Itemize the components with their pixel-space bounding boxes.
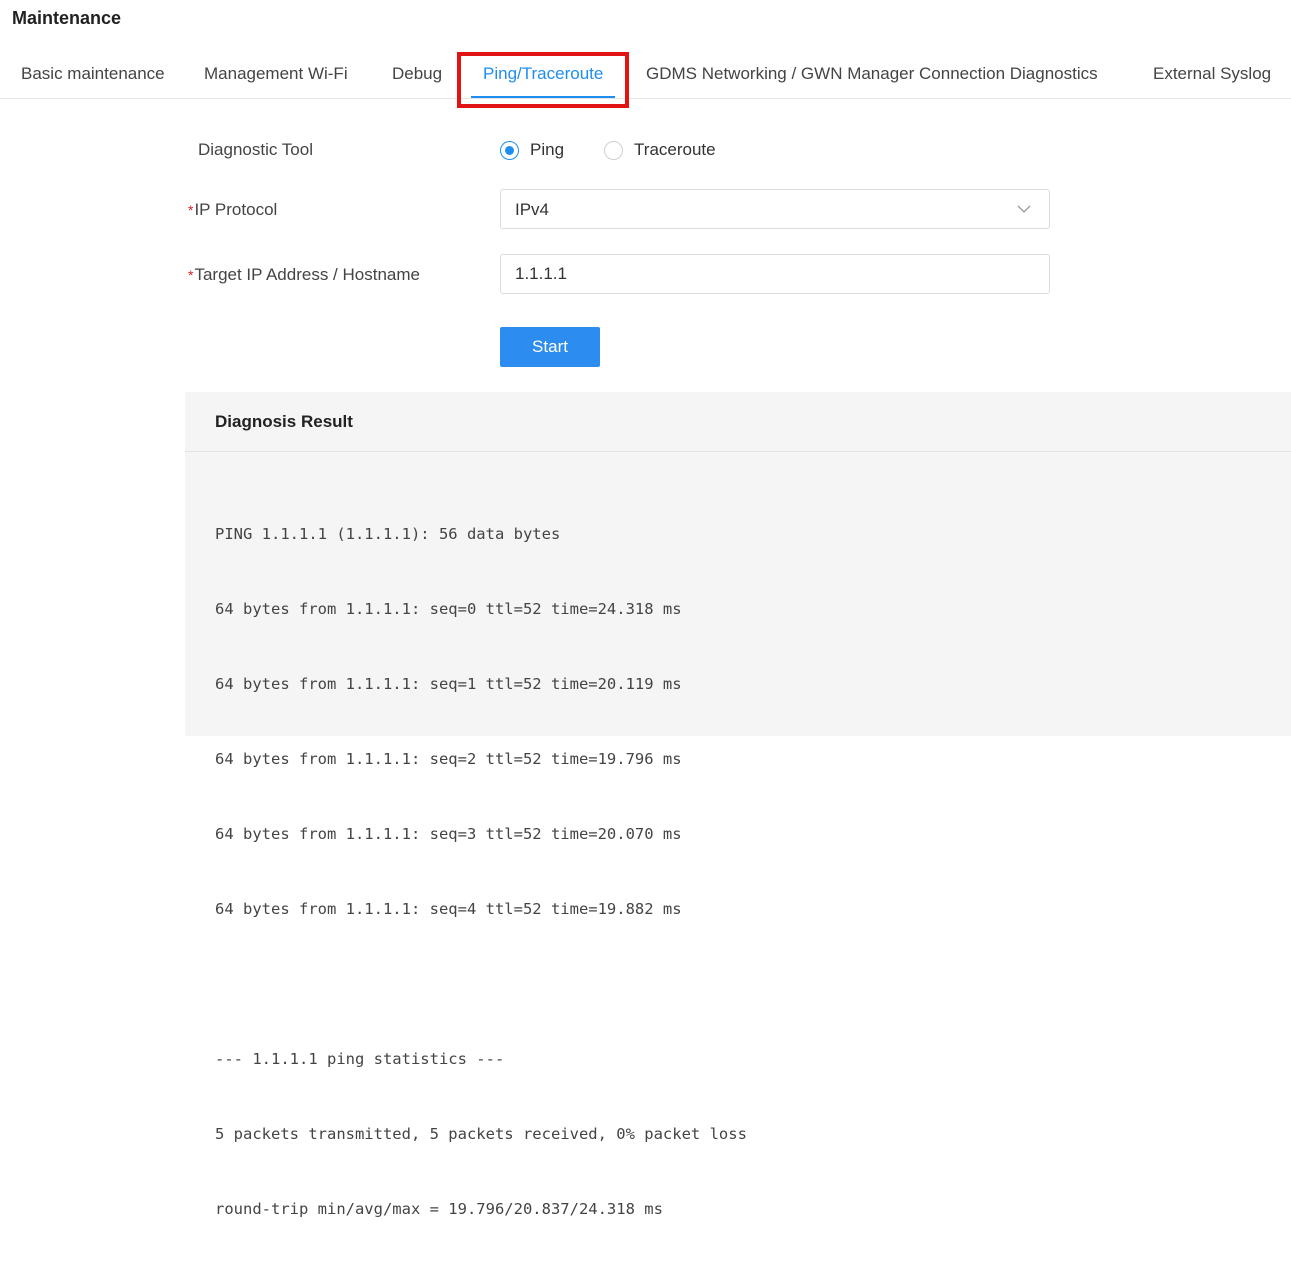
result-line: --- 1.1.1.1 ping statistics ---	[215, 1050, 505, 1068]
result-line: round-trip min/avg/max = 19.796/20.837/2…	[215, 1200, 663, 1218]
result-line: 64 bytes from 1.1.1.1: seq=2 ttl=52 time…	[215, 750, 682, 768]
ip-protocol-select[interactable]: IPv4	[500, 189, 1050, 229]
required-mark: *	[188, 202, 194, 218]
diagnosis-result-panel: Diagnosis Result PING 1.1.1.1 (1.1.1.1):…	[185, 392, 1291, 1218]
ip-protocol-value: IPv4	[515, 200, 550, 219]
result-line: 64 bytes from 1.1.1.1: seq=1 ttl=52 time…	[215, 675, 682, 693]
result-line: 64 bytes from 1.1.1.1: seq=0 ttl=52 time…	[215, 600, 682, 618]
ip-protocol-label-text: IP Protocol	[194, 200, 278, 219]
chevron-down-icon	[1017, 205, 1031, 213]
radio-ping[interactable]: Ping	[500, 140, 564, 160]
required-mark: *	[188, 267, 194, 283]
radio-ping-label: Ping	[530, 140, 565, 159]
result-line: 64 bytes from 1.1.1.1: seq=3 ttl=52 time…	[215, 825, 682, 843]
diagnostic-tool-label: Diagnostic Tool	[198, 140, 313, 159]
target-address-input[interactable]	[500, 254, 1050, 294]
radio-traceroute-label: Traceroute	[634, 140, 716, 159]
target-label: *Target IP Address / Hostname	[188, 265, 420, 285]
radio-checked-icon	[500, 140, 519, 160]
result-line	[215, 972, 747, 997]
target-label-text: Target IP Address / Hostname	[194, 265, 420, 284]
page-title: Maintenance	[12, 8, 122, 28]
radio-traceroute[interactable]: Traceroute	[604, 140, 716, 160]
result-line: 5 packets transmitted, 5 packets receive…	[215, 1125, 747, 1143]
tab-basic-maintenance[interactable]: Basic maintenance	[21, 64, 165, 84]
result-line: 64 bytes from 1.1.1.1: seq=4 ttl=52 time…	[215, 900, 682, 918]
highlight-annotation-box	[457, 52, 629, 108]
result-line: PING 1.1.1.1 (1.1.1.1): 56 data bytes	[215, 525, 561, 543]
diagnostic-tool-radio-group: Ping Traceroute	[500, 139, 756, 161]
ip-protocol-label: *IP Protocol	[188, 200, 277, 220]
tab-debug[interactable]: Debug	[392, 64, 442, 84]
tab-external-syslog[interactable]: External Syslog	[1153, 64, 1271, 84]
result-header: Diagnosis Result	[185, 392, 1291, 452]
tab-bar: Basic maintenance Management Wi-Fi Debug…	[0, 52, 1291, 99]
result-title: Diagnosis Result	[215, 412, 353, 431]
radio-unchecked-icon	[604, 140, 624, 160]
tab-management-wifi[interactable]: Management Wi-Fi	[204, 64, 348, 84]
start-button[interactable]: Start	[500, 327, 600, 367]
tab-gdms-networking[interactable]: GDMS Networking / GWN Manager Connection…	[646, 64, 1098, 84]
result-output: PING 1.1.1.1 (1.1.1.1): 56 data bytes 64…	[215, 472, 747, 1272]
